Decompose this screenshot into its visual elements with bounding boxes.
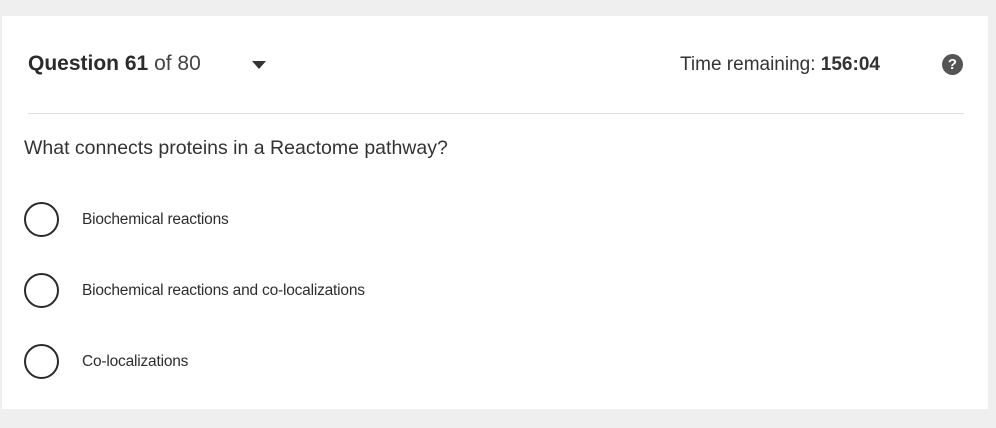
radio-button[interactable]	[24, 344, 59, 379]
question-prompt: What connects proteins in a Reactome pat…	[24, 137, 448, 159]
answer-option-label[interactable]: Biochemical reactions	[82, 209, 229, 231]
question-card: Question 61 of 80 Time remaining: 156:04…	[2, 16, 988, 409]
answer-option[interactable]: Biochemical reactions and co-localizatio…	[24, 273, 624, 313]
answer-option-label[interactable]: Biochemical reactions and co-localizatio…	[82, 280, 365, 302]
time-remaining-value: 156:04	[820, 54, 880, 75]
question-counter: Question 61 of 80	[28, 49, 201, 79]
help-icon[interactable]: ?	[942, 54, 963, 75]
question-nav-dropdown-caret-icon[interactable]	[252, 61, 266, 69]
question-total: of 80	[154, 52, 201, 75]
time-remaining: Time remaining: 156:04	[680, 51, 880, 79]
answer-option[interactable]: Biochemical reactions	[24, 202, 624, 242]
radio-button[interactable]	[24, 202, 59, 237]
question-header: Question 61 of 80 Time remaining: 156:04…	[28, 16, 964, 114]
radio-button[interactable]	[24, 273, 59, 308]
question-number: 61	[124, 52, 149, 75]
answer-option-label[interactable]: Co-localizations	[82, 351, 188, 373]
answer-option[interactable]: Co-localizations	[24, 344, 624, 384]
time-remaining-label: Time remaining:	[680, 54, 816, 75]
question-label: Question	[28, 52, 120, 75]
